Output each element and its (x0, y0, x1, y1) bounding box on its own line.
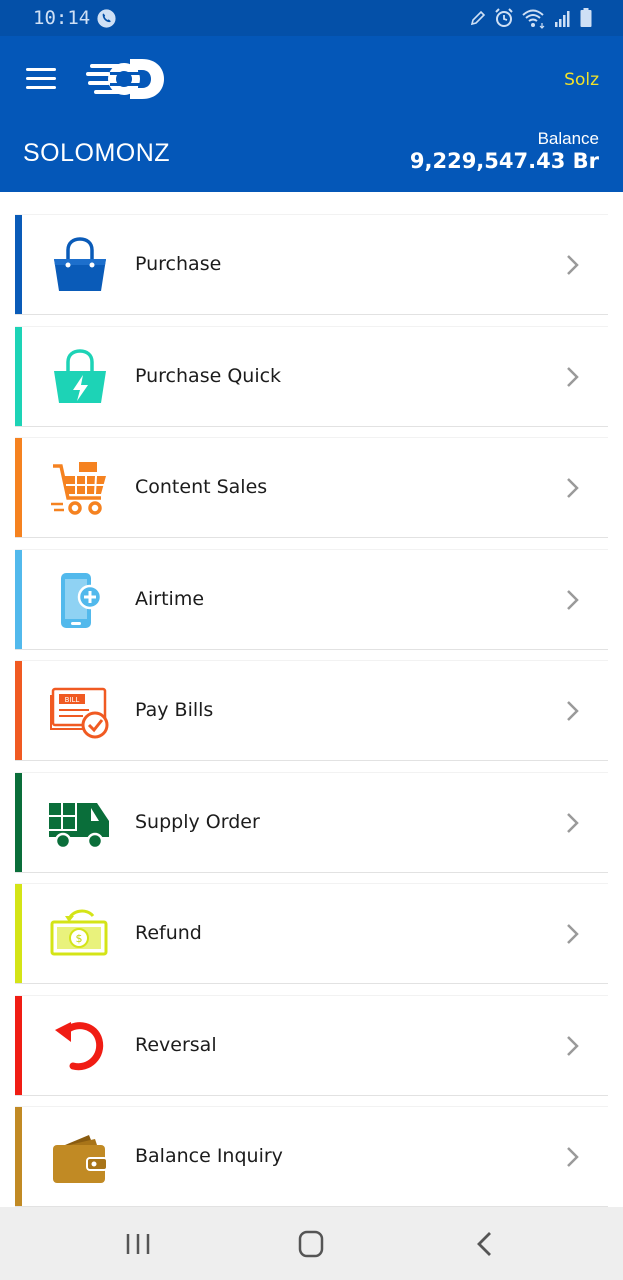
chevron-right-icon (567, 701, 579, 721)
quick-bag-icon (54, 349, 106, 403)
accent-bar (15, 661, 22, 760)
menu-item-supply-order[interactable]: Supply Order (15, 772, 608, 873)
pen-icon (470, 10, 486, 26)
cart-icon (51, 462, 106, 515)
chevron-right-icon (567, 1036, 579, 1056)
menu-item-content-sales[interactable]: Content Sales (15, 437, 608, 538)
username-link[interactable]: Solz (564, 70, 599, 90)
accent-bar (15, 327, 22, 426)
home-icon[interactable] (291, 1229, 331, 1259)
shopping-bag-icon (54, 237, 106, 291)
menu-item-purchase[interactable]: Purchase (15, 214, 608, 315)
menu-item-label: Pay Bills (135, 699, 214, 721)
chevron-right-icon (567, 367, 579, 387)
svg-text:BILL: BILL (65, 696, 80, 704)
reverse-arrow-icon (55, 1022, 104, 1071)
menu-item-refund[interactable]: $ Refund (15, 883, 608, 984)
money-refund-icon: $ (50, 909, 108, 956)
accent-bar (15, 438, 22, 537)
bill-icon: BILL (50, 687, 109, 739)
svg-text:$: $ (76, 932, 83, 945)
menu-item-label: Reversal (135, 1034, 217, 1056)
hamburger-menu-icon[interactable] (26, 68, 58, 92)
signal-icon (555, 11, 570, 27)
truck-icon (49, 803, 109, 850)
chevron-right-icon (567, 478, 579, 498)
battery-icon (580, 8, 592, 27)
menu-item-label: Purchase Quick (135, 365, 282, 387)
menu-item-purchase-quick[interactable]: Purchase Quick (15, 326, 608, 427)
app-header: Solz SOLOMONZ Balance 9,229,547.43 Br (0, 36, 623, 192)
accent-bar (15, 884, 22, 983)
accent-bar (15, 550, 22, 649)
chevron-right-icon (567, 924, 579, 944)
menu-item-label: Purchase (135, 253, 222, 275)
menu-item-airtime[interactable]: Airtime (15, 549, 608, 650)
menu-list: Purchase Purchase Quick Content Sales Ai… (0, 192, 623, 1207)
balance-label: Balance (537, 129, 599, 148)
wifi-icon (522, 9, 545, 29)
menu-item-pay-bills[interactable]: BILL Pay Bills (15, 660, 608, 761)
wallet-icon (53, 1135, 108, 1183)
back-icon[interactable] (466, 1229, 506, 1259)
menu-item-balance-inquiry[interactable]: Balance Inquiry (15, 1106, 608, 1207)
accent-bar (15, 996, 22, 1095)
system-nav-bar (0, 1207, 623, 1280)
chevron-right-icon (567, 590, 579, 610)
status-time: 10:14 (33, 7, 91, 29)
menu-item-label: Airtime (135, 588, 205, 610)
brand-logo (86, 59, 164, 99)
account-name: SOLOMONZ (23, 139, 171, 167)
alarm-icon (495, 8, 513, 27)
chevron-right-icon (567, 813, 579, 833)
menu-item-label: Balance Inquiry (135, 1145, 283, 1167)
menu-item-label: Refund (135, 922, 202, 944)
status-bar: 10:14 (0, 0, 623, 36)
menu-item-reversal[interactable]: Reversal (15, 995, 608, 1096)
menu-item-label: Content Sales (135, 476, 268, 498)
chevron-right-icon (567, 255, 579, 275)
status-icons (469, 7, 593, 29)
accent-bar (15, 773, 22, 872)
balance-value: 9,229,547.43 Br (409, 149, 599, 173)
recent-apps-icon[interactable] (118, 1229, 158, 1259)
viber-icon (97, 9, 116, 28)
accent-bar (15, 1107, 22, 1206)
menu-item-label: Supply Order (135, 811, 260, 833)
phone-plus-icon (61, 573, 103, 628)
accent-bar (15, 215, 22, 314)
chevron-right-icon (567, 1147, 579, 1167)
